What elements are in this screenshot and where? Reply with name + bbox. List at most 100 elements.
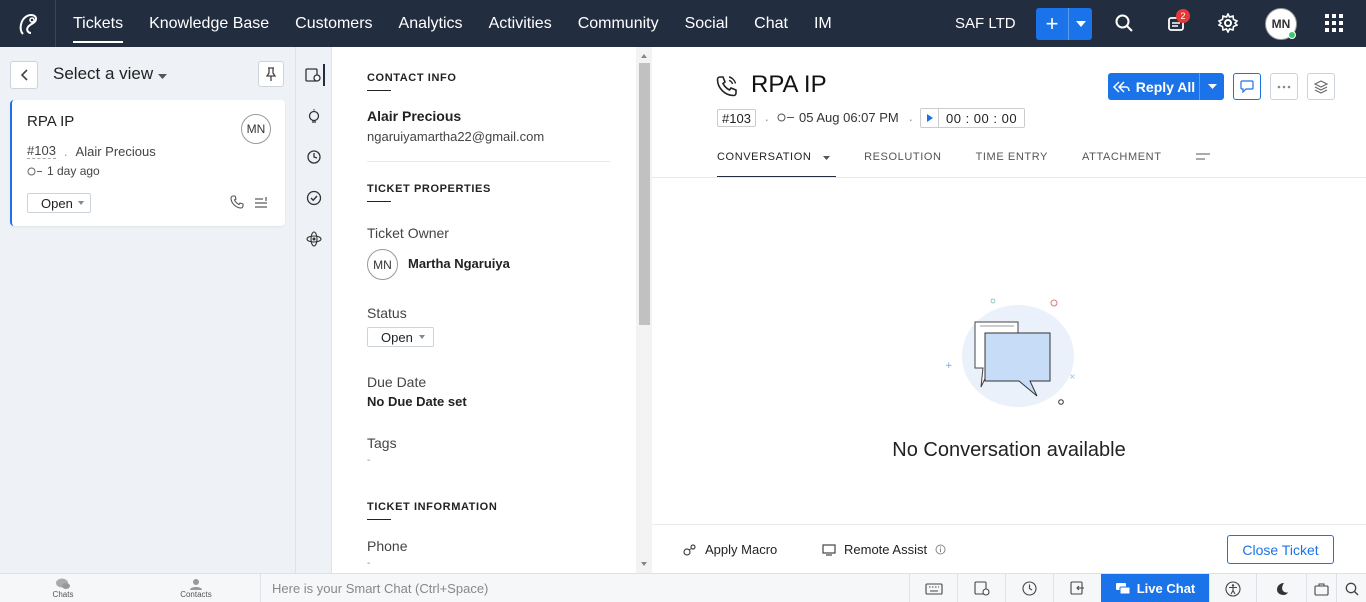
ellipsis-icon	[1277, 85, 1291, 88]
phone-channel-icon	[716, 76, 737, 97]
plus-icon[interactable]: +	[1036, 8, 1069, 40]
search-icon[interactable]	[1336, 574, 1366, 602]
apply-macro-button[interactable]: Apply Macro	[683, 542, 777, 557]
ticket-status-value: Open	[41, 195, 73, 211]
ticket-status-dropdown[interactable]: Open	[27, 193, 91, 213]
menu-lines-icon	[1195, 153, 1210, 160]
chevron-down-icon[interactable]	[1069, 8, 1092, 40]
search-icon[interactable]	[1113, 12, 1135, 34]
nav-customers[interactable]: Customers	[282, 0, 385, 47]
tab-conversation[interactable]: CONVERSATION	[717, 151, 837, 178]
bottom-bar: Chats Contacts Here is your Smart Chat (…	[0, 573, 1366, 602]
caret-down-icon	[77, 201, 84, 205]
nav-im[interactable]: IM	[801, 0, 845, 47]
tab-time-entry[interactable]: TIME ENTRY	[976, 151, 1048, 178]
priority-icon[interactable]	[254, 195, 268, 209]
nav-tickets[interactable]: Tickets	[60, 0, 136, 47]
clock-icon[interactable]	[1005, 574, 1053, 602]
keyboard-icon[interactable]	[909, 574, 957, 602]
monitor-icon	[822, 543, 836, 556]
close-ticket-button[interactable]: Close Ticket	[1227, 535, 1334, 564]
chevron-down-icon[interactable]	[1200, 73, 1224, 100]
view-selector[interactable]: Select a view	[53, 64, 167, 84]
history-icon[interactable]	[303, 146, 325, 168]
status-dropdown[interactable]: Open	[367, 327, 434, 347]
phone-value[interactable]: -	[367, 558, 370, 569]
chats-label: Chats	[52, 590, 74, 599]
empty-state-message: No Conversation available	[892, 439, 1126, 461]
integrations-icon[interactable]	[303, 228, 325, 250]
ticket-number-badge[interactable]: #103	[717, 109, 756, 127]
comment-button[interactable]	[1233, 73, 1261, 100]
more-options-button[interactable]	[1270, 73, 1298, 100]
play-icon[interactable]	[921, 109, 939, 127]
ticket-time-text: 1 day ago	[47, 164, 100, 178]
ticket-contact[interactable]: Alair Precious	[76, 144, 156, 159]
bulb-icon[interactable]	[303, 106, 325, 128]
app-logo[interactable]	[0, 0, 56, 47]
ticket-details-panel: CONTACT INFO Alair Precious ngaruiyamart…	[332, 47, 652, 573]
contact-name[interactable]: Alair Precious	[367, 108, 461, 124]
live-chat-label: Live Chat	[1136, 581, 1196, 596]
apply-macro-label: Apply Macro	[705, 542, 778, 557]
info-icon[interactable]	[935, 544, 946, 555]
ticket-properties-header: TICKET PROPERTIES	[367, 183, 491, 202]
contact-email[interactable]: ngaruiyamartha22@gmail.com	[367, 129, 544, 144]
nav-analytics[interactable]: Analytics	[386, 0, 476, 47]
user-avatar[interactable]: MN	[1265, 8, 1297, 40]
timer-value: 00 : 00 : 00	[946, 110, 1018, 126]
ticket-number[interactable]: #103	[27, 143, 56, 159]
nav-activities[interactable]: Activities	[476, 0, 565, 47]
contact-info-header: CONTACT INFO	[367, 72, 457, 91]
ticket-card-avatar: MN	[241, 114, 271, 144]
ticket-header: RPA IP #103 . 05 Aug 06:07 PM . 00 : 00 …	[652, 47, 1366, 178]
apps-grid-icon[interactable]	[1323, 12, 1345, 34]
tab-attachment[interactable]: ATTACHMENT	[1082, 151, 1162, 178]
nav-knowledge-base[interactable]: Knowledge Base	[136, 0, 282, 47]
smart-chat-input[interactable]: Here is your Smart Chat (Ctrl+Space)	[260, 574, 908, 602]
scrollbar-thumb[interactable]	[639, 63, 650, 325]
ticket-card[interactable]: RPA IP MN #103 . Alair Precious 1 day ag…	[10, 100, 285, 226]
tags-value[interactable]: -	[367, 455, 370, 466]
accessibility-icon[interactable]	[1209, 574, 1256, 602]
remote-assist-button[interactable]: Remote Assist	[822, 542, 946, 557]
gear-icon[interactable]	[1217, 12, 1239, 34]
live-chat-button[interactable]: Live Chat	[1101, 574, 1209, 602]
reply-all-button[interactable]: Reply All	[1108, 73, 1224, 100]
ticket-status-icon[interactable]	[957, 574, 1005, 602]
briefcase-icon[interactable]	[1306, 574, 1336, 602]
due-date-value[interactable]: No Due Date set	[367, 394, 467, 409]
caret-down-icon	[823, 156, 831, 160]
remote-assist-label: Remote Assist	[844, 542, 928, 557]
pin-button[interactable]	[258, 61, 284, 87]
reply-all-main[interactable]: Reply All	[1108, 73, 1200, 100]
contact-details-icon[interactable]	[303, 64, 325, 86]
chats-button[interactable]: Chats	[48, 574, 78, 602]
comment-icon	[1240, 80, 1254, 93]
ticket-card-title[interactable]: RPA IP	[27, 113, 74, 130]
details-scrollbar[interactable]	[636, 47, 652, 573]
nav-social[interactable]: Social	[672, 0, 742, 47]
org-switcher[interactable]: SAF LTD	[955, 0, 1016, 47]
tab-menu[interactable]	[1195, 151, 1210, 178]
nav-community[interactable]: Community	[565, 0, 672, 47]
new-button[interactable]: +	[1036, 8, 1092, 40]
ticket-information-header: TICKET INFORMATION	[367, 501, 498, 520]
ticket-title[interactable]: RPA IP	[751, 71, 827, 99]
import-icon[interactable]	[1053, 574, 1101, 602]
back-button[interactable]	[10, 61, 38, 89]
ticket-owner-label: Ticket Owner	[367, 225, 449, 241]
scroll-up-icon[interactable]	[636, 51, 652, 61]
layers-icon	[1314, 79, 1328, 94]
tab-resolution[interactable]: RESOLUTION	[864, 151, 942, 178]
layers-button[interactable]	[1307, 73, 1335, 100]
ticket-time: 1 day ago	[27, 164, 100, 178]
tags-label: Tags	[367, 435, 397, 451]
dark-mode-icon[interactable]	[1256, 574, 1306, 602]
scroll-down-icon[interactable]	[636, 559, 652, 569]
check-circle-icon[interactable]	[303, 187, 325, 209]
contacts-button[interactable]: Contacts	[178, 574, 214, 602]
nav-chat[interactable]: Chat	[741, 0, 801, 47]
owner-name[interactable]: Martha Ngaruiya	[408, 256, 510, 271]
separator-dot: .	[909, 109, 913, 124]
